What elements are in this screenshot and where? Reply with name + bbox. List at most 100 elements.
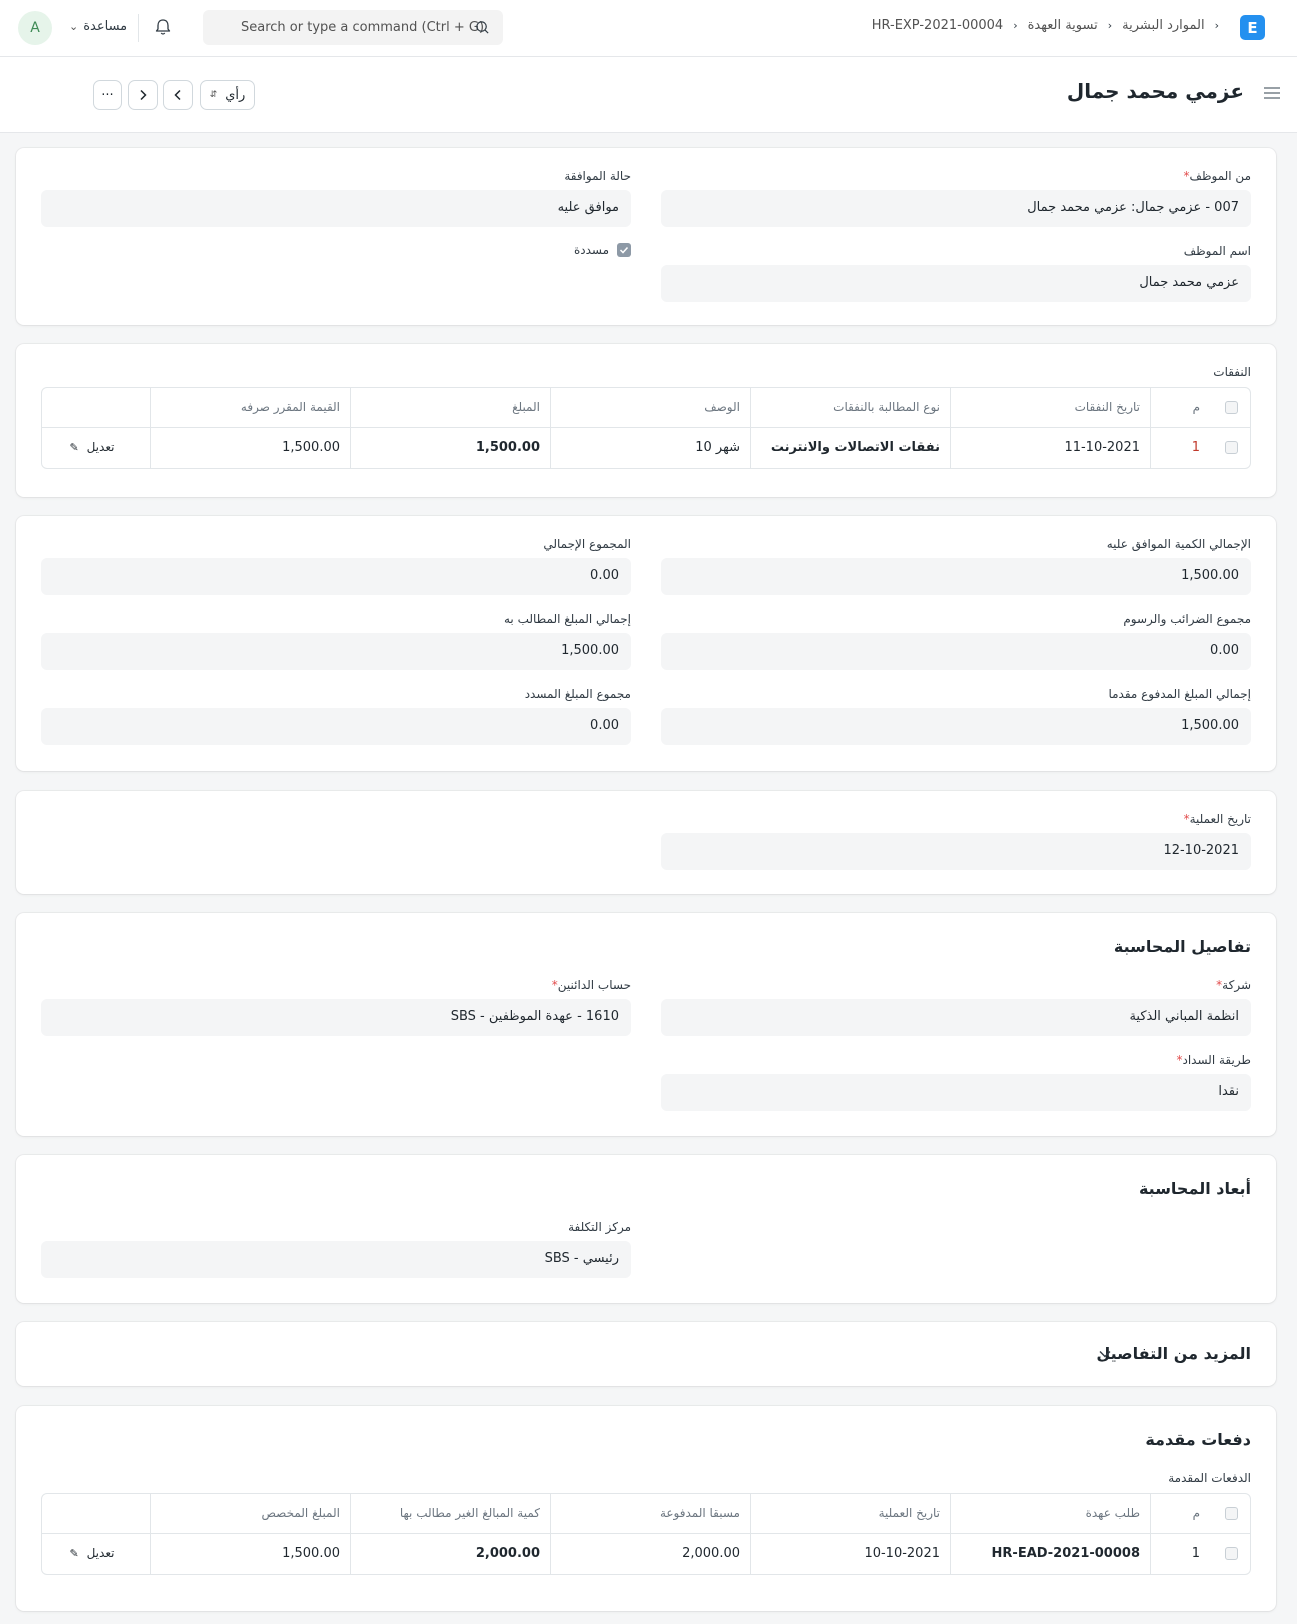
chevron-left-icon xyxy=(174,89,181,101)
check-icon xyxy=(619,246,629,254)
paid-checkbox-row[interactable]: مسددة xyxy=(574,243,631,257)
row-idx: 1 xyxy=(1150,428,1210,468)
user-avatar[interactable]: A xyxy=(18,11,52,45)
company-field[interactable]: انظمة المباني الذكية xyxy=(661,999,1251,1036)
search-icon xyxy=(476,21,489,34)
next-doc-button[interactable] xyxy=(128,80,158,110)
table-row[interactable]: 1 HR-EAD-2021-00008 10-10-2021 2,000.00 … xyxy=(42,1534,1250,1574)
breadcrumb-hr[interactable]: الموارد البشرية xyxy=(1122,18,1204,33)
accounting-dimensions-section: أبعاد المحاسبة مركز التكلفة رئيسي - SBS xyxy=(16,1155,1276,1303)
select-all-checkbox[interactable] xyxy=(1225,401,1238,414)
chevron-down-icon[interactable] xyxy=(1099,1350,1111,1358)
advances-table-label: الدفعات المقدمة xyxy=(1168,1471,1251,1485)
page-title: عزمي محمد جمال xyxy=(1066,79,1244,103)
row-employee-advance[interactable]: HR-EAD-2021-00008 xyxy=(950,1534,1150,1574)
help-label: مساعدة xyxy=(83,19,128,34)
col-posting-date: تاريخ العملية xyxy=(750,1494,950,1534)
col-allocated-amount: المبلغ المخصص xyxy=(150,1494,350,1534)
search-bar[interactable]: Search or type a command (Ctrl + G) xyxy=(203,10,503,45)
mode-of-payment-field[interactable]: نقدا xyxy=(661,1074,1251,1111)
total-reimbursed-label: مجموع المبلغ المسدد xyxy=(524,687,631,701)
company-label: شركة* xyxy=(1216,978,1251,992)
chevron-right-icon: › xyxy=(1214,19,1219,32)
approval-status-label: حالة الموافقة xyxy=(564,169,631,183)
row-unclaimed-amount[interactable]: 2,000.00 xyxy=(350,1534,550,1574)
posting-date-label: تاريخ العملية* xyxy=(1183,812,1251,826)
edit-label: تعديل xyxy=(86,440,115,454)
total-claimed-field: 1,500.00 xyxy=(41,633,631,670)
employee-name-label: اسم الموظف xyxy=(1183,244,1251,258)
app-logo[interactable]: E xyxy=(1240,15,1265,40)
col-sanctioned-amount: القيمة المقرر صرفه xyxy=(150,388,350,428)
select-all-checkbox[interactable] xyxy=(1225,1507,1238,1520)
breadcrumb-expense-claim[interactable]: تسوية العهدة xyxy=(1028,18,1098,33)
row-posting-date[interactable]: 10-10-2021 xyxy=(750,1534,950,1574)
row-allocated-amount[interactable]: 1,500.00 xyxy=(150,1534,350,1574)
pencil-icon: ✎ xyxy=(69,441,79,454)
col-description: الوصف xyxy=(550,388,750,428)
chevron-right-icon: › xyxy=(1107,19,1113,32)
page-header: ··· رأي ⇵ عزمي محمد جمال xyxy=(0,57,1297,133)
table-row[interactable]: 1 11-10-2021 نفقات الاتصالات والانترنت ش… xyxy=(42,428,1250,468)
more-actions-button[interactable]: ··· xyxy=(93,80,122,110)
more-icon: ··· xyxy=(101,87,114,103)
chevron-down-icon: ⌄ xyxy=(69,20,79,33)
row-checkbox[interactable] xyxy=(1225,1547,1238,1560)
payable-account-field[interactable]: 1610 - عهدة الموظفين - SBS xyxy=(41,999,631,1036)
expenses-section: النفقات م تاريخ النفقات نوع المطالبة بال… xyxy=(16,344,1276,497)
posting-date-section: تاريخ العملية* 12-10-2021 xyxy=(16,791,1276,894)
col-advance-paid: مسبقا المدفوعة xyxy=(550,1494,750,1534)
row-claim-type[interactable]: نفقات الاتصالات والانترنت xyxy=(750,428,950,468)
more-info-title[interactable]: المزيد من التفاصيل xyxy=(1096,1344,1251,1363)
cost-center-field[interactable]: رئيسي - SBS xyxy=(41,1241,631,1278)
sidebar-toggle-icon[interactable] xyxy=(1264,87,1280,99)
paid-checkbox[interactable] xyxy=(617,243,631,257)
grand-total-field: 0.00 xyxy=(41,558,631,595)
help-dropdown[interactable]: ⌄ مساعدة xyxy=(69,19,127,34)
row-idx: 1 xyxy=(1150,1534,1210,1574)
breadcrumb-doc-id[interactable]: HR-EXP-2021-00004 xyxy=(872,18,1003,33)
total-advance-field: 1,500.00 xyxy=(661,708,1251,745)
view-select[interactable]: رأي ⇵ xyxy=(200,80,255,110)
total-claimed-label: إجمالي المبلغ المطالب به xyxy=(504,612,631,626)
chevron-right-icon: › xyxy=(1013,19,1018,32)
chevron-right-icon xyxy=(140,89,147,101)
bell-icon[interactable] xyxy=(153,17,173,37)
accounting-details-section: تفاصيل المحاسبة شركة* انظمة المباني الذك… xyxy=(16,913,1276,1136)
advances-table: م طلب عهدة تاريخ العملية مسبقا المدفوعة … xyxy=(41,1493,1251,1575)
more-info-section[interactable]: المزيد من التفاصيل xyxy=(16,1322,1276,1386)
prev-doc-button[interactable] xyxy=(163,80,193,110)
mode-of-payment-label: طريقة السداد* xyxy=(1176,1053,1251,1067)
search-placeholder: Search or type a command (Ctrl + G) xyxy=(241,20,485,35)
employee-section: من الموظف* 007 - عزمي جمال: عزمي محمد جم… xyxy=(16,148,1276,325)
advances-section: دفعات مقدمة الدفعات المقدمة م طلب عهدة ت… xyxy=(16,1406,1276,1611)
from-employee-label: من الموظف* xyxy=(1183,169,1251,183)
grand-total-label: المجموع الإجمالي xyxy=(543,537,631,551)
col-unclaimed-amount: كمية المبالغ الغير مطالب بها xyxy=(350,1494,550,1534)
accounting-dimensions-title: أبعاد المحاسبة xyxy=(1138,1179,1251,1198)
row-edit-button[interactable]: تعديل ✎ xyxy=(42,1534,142,1574)
row-sanctioned-amount[interactable]: 1,500.00 xyxy=(150,428,350,468)
approval-status-field[interactable]: موافق عليه xyxy=(41,190,631,227)
col-amount: المبلغ xyxy=(350,388,550,428)
row-expense-date[interactable]: 11-10-2021 xyxy=(950,428,1150,468)
expenses-table-label: النفقات xyxy=(1213,365,1251,379)
col-idx: م xyxy=(1150,1494,1210,1534)
col-idx: م xyxy=(1150,388,1210,428)
row-checkbox[interactable] xyxy=(1225,441,1238,454)
employee-name-field: عزمي محمد جمال xyxy=(661,265,1251,302)
total-advance-label: إجمالي المبلغ المدفوع مقدما xyxy=(1108,687,1251,701)
table-header-row: م طلب عهدة تاريخ العملية مسبقا المدفوعة … xyxy=(42,1494,1250,1534)
totals-section: الإجمالي الكمية الموافق عليه 1,500.00 ال… xyxy=(16,516,1276,771)
row-edit-button[interactable]: تعديل ✎ xyxy=(42,428,142,468)
row-amount[interactable]: 1,500.00 xyxy=(350,428,550,468)
breadcrumb: › الموارد البشرية › تسوية العهدة › HR-EX… xyxy=(872,18,1219,33)
total-sanctioned-field: 1,500.00 xyxy=(661,558,1251,595)
row-advance-paid[interactable]: 2,000.00 xyxy=(550,1534,750,1574)
posting-date-field[interactable]: 12-10-2021 xyxy=(661,833,1251,870)
view-label: رأي xyxy=(225,87,246,103)
navbar: A ⌄ مساعدة Search or type a command (Ctr… xyxy=(0,0,1297,57)
from-employee-field[interactable]: 007 - عزمي جمال: عزمي محمد جمال xyxy=(661,190,1251,227)
row-description[interactable]: شهر 10 xyxy=(550,428,750,468)
sort-arrows-icon: ⇵ xyxy=(209,90,218,100)
